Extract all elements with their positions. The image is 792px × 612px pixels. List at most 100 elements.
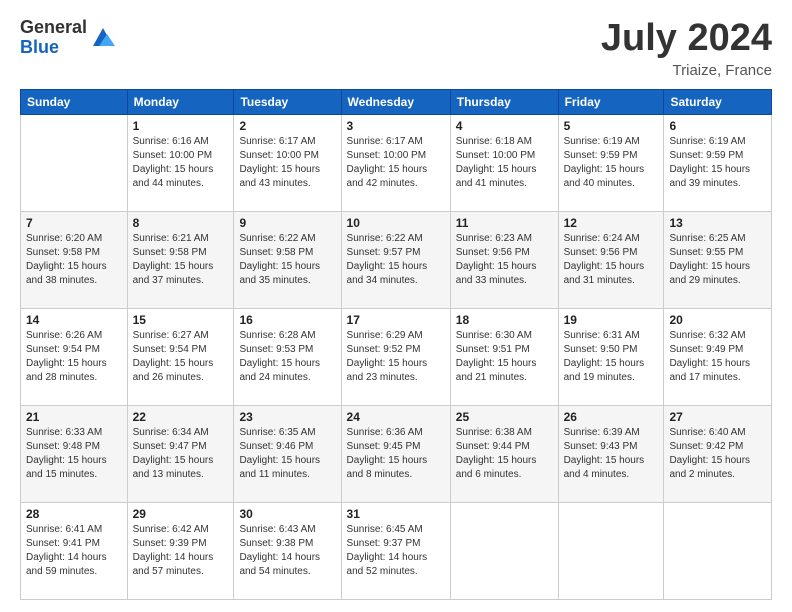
table-row: 7 Sunrise: 6:20 AM Sunset: 9:58 PM Daylig… (21, 211, 128, 308)
month-year: July 2024 (601, 18, 772, 60)
day-info: Sunrise: 6:43 AM Sunset: 9:38 PM Dayligh… (239, 523, 335, 579)
day-number: 1 (133, 119, 229, 133)
table-row: 12 Sunrise: 6:24 AM Sunset: 9:56 PM Dayli… (558, 211, 664, 308)
day-info: Sunrise: 6:22 AM Sunset: 9:58 PM Dayligh… (239, 232, 335, 288)
day-info: Sunrise: 6:35 AM Sunset: 9:46 PM Dayligh… (239, 426, 335, 482)
day-number: 18 (456, 313, 553, 327)
day-info: Sunrise: 6:34 AM Sunset: 9:47 PM Dayligh… (133, 426, 229, 482)
table-row (21, 114, 128, 211)
col-thursday: Thursday (450, 89, 558, 114)
col-sunday: Sunday (21, 89, 128, 114)
day-number: 22 (133, 410, 229, 424)
day-info: Sunrise: 6:39 AM Sunset: 9:43 PM Dayligh… (564, 426, 659, 482)
day-info: Sunrise: 6:40 AM Sunset: 9:42 PM Dayligh… (669, 426, 766, 482)
day-number: 13 (669, 216, 766, 230)
day-info: Sunrise: 6:41 AM Sunset: 9:41 PM Dayligh… (26, 523, 122, 579)
day-number: 27 (669, 410, 766, 424)
calendar-week-4: 21Sunrise: 6:33 AM Sunset: 9:48 PM Dayli… (21, 405, 772, 502)
table-row: 13 Sunrise: 6:25 AM Sunset: 9:55 PM Dayli… (664, 211, 772, 308)
table-row: 31 Sunrise: 6:45 AM Sunset: 9:37 PM Dayli… (341, 502, 450, 599)
table-row: 5 Sunrise: 6:19 AM Sunset: 9:59 PM Daylig… (558, 114, 664, 211)
location: Triaize, France (601, 62, 772, 79)
day-info: Sunrise: 6:25 AM Sunset: 9:55 PM Dayligh… (669, 232, 766, 288)
col-tuesday: Tuesday (234, 89, 341, 114)
day-number: 24 (347, 410, 445, 424)
table-row: 28 Sunrise: 6:41 AM Sunset: 9:41 PM Dayli… (21, 502, 128, 599)
day-number: 31 (347, 507, 445, 521)
logo-icon (89, 24, 117, 52)
day-info: Sunrise: 6:36 AM Sunset: 9:45 PM Dayligh… (347, 426, 445, 482)
day-info: Sunrise: 6:17 AM Sunset: 10:00 PM Daylig… (347, 135, 445, 191)
table-row: 8Sunrise: 6:21 AM Sunset: 9:58 PM Daylig… (127, 211, 234, 308)
day-info: Sunrise: 6:18 AM Sunset: 10:00 PM Daylig… (456, 135, 553, 191)
table-row: 19 Sunrise: 6:31 AM Sunset: 9:50 PM Dayli… (558, 308, 664, 405)
table-row (664, 502, 772, 599)
day-number: 29 (133, 507, 229, 521)
table-row: 6Sunrise: 6:19 AM Sunset: 9:59 PM Daylig… (664, 114, 772, 211)
day-number: 10 (347, 216, 445, 230)
table-row: 1Sunrise: 6:16 AM Sunset: 10:00 PM Dayli… (127, 114, 234, 211)
calendar-week-2: 7 Sunrise: 6:20 AM Sunset: 9:58 PM Daylig… (21, 211, 772, 308)
day-number: 19 (564, 313, 659, 327)
table-row: 25Sunrise: 6:38 AM Sunset: 9:44 PM Dayli… (450, 405, 558, 502)
table-row: 22 Sunrise: 6:34 AM Sunset: 9:47 PM Dayli… (127, 405, 234, 502)
day-info: Sunrise: 6:27 AM Sunset: 9:54 PM Dayligh… (133, 329, 229, 385)
day-info: Sunrise: 6:32 AM Sunset: 9:49 PM Dayligh… (669, 329, 766, 385)
day-number: 16 (239, 313, 335, 327)
day-number: 8 (133, 216, 229, 230)
calendar-week-3: 14Sunrise: 6:26 AM Sunset: 9:54 PM Dayli… (21, 308, 772, 405)
table-row: 30 Sunrise: 6:43 AM Sunset: 9:38 PM Dayli… (234, 502, 341, 599)
day-info: Sunrise: 6:31 AM Sunset: 9:50 PM Dayligh… (564, 329, 659, 385)
day-number: 3 (347, 119, 445, 133)
day-number: 5 (564, 119, 659, 133)
table-row: 2Sunrise: 6:17 AM Sunset: 10:00 PM Dayli… (234, 114, 341, 211)
table-row (558, 502, 664, 599)
table-row: 17Sunrise: 6:29 AM Sunset: 9:52 PM Dayli… (341, 308, 450, 405)
day-number: 14 (26, 313, 122, 327)
day-number: 25 (456, 410, 553, 424)
day-number: 7 (26, 216, 122, 230)
table-row: 24 Sunrise: 6:36 AM Sunset: 9:45 PM Dayli… (341, 405, 450, 502)
day-info: Sunrise: 6:17 AM Sunset: 10:00 PM Daylig… (239, 135, 335, 191)
page: General Blue July 2024 Triaize, France S… (0, 0, 792, 612)
col-friday: Friday (558, 89, 664, 114)
calendar-body: 1Sunrise: 6:16 AM Sunset: 10:00 PM Dayli… (21, 114, 772, 599)
table-row: 4Sunrise: 6:18 AM Sunset: 10:00 PM Dayli… (450, 114, 558, 211)
day-number: 28 (26, 507, 122, 521)
day-number: 9 (239, 216, 335, 230)
calendar-week-5: 28 Sunrise: 6:41 AM Sunset: 9:41 PM Dayli… (21, 502, 772, 599)
day-number: 11 (456, 216, 553, 230)
day-info: Sunrise: 6:30 AM Sunset: 9:51 PM Dayligh… (456, 329, 553, 385)
day-number: 15 (133, 313, 229, 327)
table-row: 15 Sunrise: 6:27 AM Sunset: 9:54 PM Dayli… (127, 308, 234, 405)
day-number: 23 (239, 410, 335, 424)
col-monday: Monday (127, 89, 234, 114)
day-number: 12 (564, 216, 659, 230)
table-row: 21Sunrise: 6:33 AM Sunset: 9:48 PM Dayli… (21, 405, 128, 502)
table-row: 9 Sunrise: 6:22 AM Sunset: 9:58 PM Daylig… (234, 211, 341, 308)
day-info: Sunrise: 6:42 AM Sunset: 9:39 PM Dayligh… (133, 523, 229, 579)
logo-general: General (20, 17, 87, 37)
day-info: Sunrise: 6:19 AM Sunset: 9:59 PM Dayligh… (669, 135, 766, 191)
table-row: 11Sunrise: 6:23 AM Sunset: 9:56 PM Dayli… (450, 211, 558, 308)
header-row: Sunday Monday Tuesday Wednesday Thursday… (21, 89, 772, 114)
table-row: 3 Sunrise: 6:17 AM Sunset: 10:00 PM Dayli… (341, 114, 450, 211)
day-info: Sunrise: 6:33 AM Sunset: 9:48 PM Dayligh… (26, 426, 122, 482)
table-row: 29 Sunrise: 6:42 AM Sunset: 9:39 PM Dayli… (127, 502, 234, 599)
calendar-table: Sunday Monday Tuesday Wednesday Thursday… (20, 89, 772, 600)
day-info: Sunrise: 6:19 AM Sunset: 9:59 PM Dayligh… (564, 135, 659, 191)
day-number: 17 (347, 313, 445, 327)
day-number: 26 (564, 410, 659, 424)
table-row: 26 Sunrise: 6:39 AM Sunset: 9:43 PM Dayli… (558, 405, 664, 502)
day-info: Sunrise: 6:28 AM Sunset: 9:53 PM Dayligh… (239, 329, 335, 385)
day-number: 30 (239, 507, 335, 521)
table-row: 20Sunrise: 6:32 AM Sunset: 9:49 PM Dayli… (664, 308, 772, 405)
table-row: 16 Sunrise: 6:28 AM Sunset: 9:53 PM Dayli… (234, 308, 341, 405)
table-row: 10Sunrise: 6:22 AM Sunset: 9:57 PM Dayli… (341, 211, 450, 308)
col-wednesday: Wednesday (341, 89, 450, 114)
day-info: Sunrise: 6:45 AM Sunset: 9:37 PM Dayligh… (347, 523, 445, 579)
table-row: 14Sunrise: 6:26 AM Sunset: 9:54 PM Dayli… (21, 308, 128, 405)
day-info: Sunrise: 6:24 AM Sunset: 9:56 PM Dayligh… (564, 232, 659, 288)
logo: General Blue (20, 18, 117, 58)
day-info: Sunrise: 6:20 AM Sunset: 9:58 PM Dayligh… (26, 232, 122, 288)
